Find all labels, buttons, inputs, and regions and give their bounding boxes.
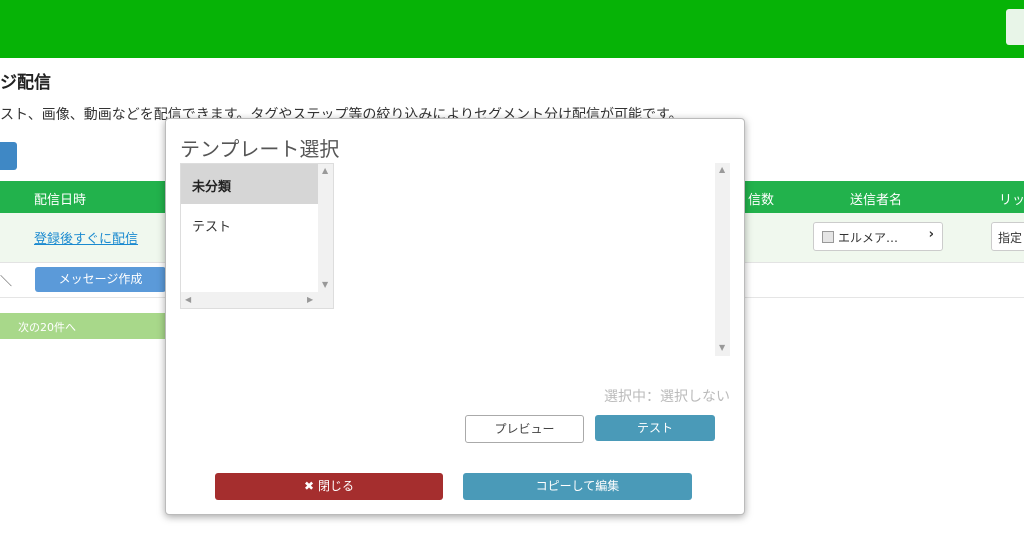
top-navbar — [0, 0, 1024, 58]
category-hscrollbar[interactable]: ◀ ▶ — [181, 292, 333, 308]
sender-select[interactable]: エルメア… › — [813, 222, 943, 251]
new-broadcast-button[interactable] — [0, 142, 17, 170]
close-label: 閉じる — [317, 479, 354, 493]
category-list: 未分類 テスト ▲ ▼ ◀ ▶ — [180, 163, 334, 309]
header-count: 信数 — [748, 193, 775, 208]
header-last: リッ — [999, 193, 1024, 208]
close-icon: ✖ — [304, 479, 315, 493]
navbar-user-button[interactable] — [1006, 9, 1024, 45]
scroll-left-icon[interactable]: ◀ — [185, 295, 191, 304]
message-create-button[interactable]: メッセージ作成 — [35, 267, 166, 292]
copy-edit-button[interactable]: コピーして編集 — [463, 473, 692, 500]
next-page-button[interactable]: 次の20件へ — [0, 313, 170, 339]
scroll-up-icon[interactable]: ▲ — [322, 166, 328, 175]
test-button[interactable]: テスト — [595, 415, 715, 441]
scroll-down-icon[interactable]: ▼ — [719, 343, 725, 352]
page-title: ジ配信 — [0, 73, 51, 93]
modal-title: テンプレート選択 — [180, 137, 340, 161]
delivery-date-link[interactable]: 登録後すぐに配信 — [34, 228, 138, 247]
chevron-right-icon: › — [928, 227, 934, 242]
sender-name: エルメア… — [838, 231, 899, 245]
category-item-test[interactable]: テスト — [181, 204, 318, 244]
scroll-up-icon[interactable]: ▲ — [719, 165, 725, 174]
header-sender: 送信者名 — [850, 193, 903, 208]
template-vscrollbar[interactable]: ▲ ▼ — [715, 163, 730, 356]
template-select-modal: テンプレート選択 未分類 テスト ▲ ▼ ◀ ▶ ▲ ▼ 選択中：選択しない プ… — [165, 118, 745, 515]
category-vscrollbar[interactable]: ▲ ▼ — [318, 164, 333, 292]
row-marker: ＼ — [0, 274, 13, 288]
header-date: 配信日時 — [34, 193, 87, 208]
broken-image-icon — [822, 231, 834, 243]
scroll-right-icon[interactable]: ▶ — [307, 295, 313, 304]
selection-status: 選択中：選択しない — [604, 389, 730, 405]
scroll-down-icon[interactable]: ▼ — [322, 280, 328, 289]
close-button[interactable]: ✖ 閉じる — [215, 473, 443, 500]
preview-button[interactable]: プレビュー — [465, 415, 584, 443]
specify-select[interactable]: 指定 — [991, 222, 1024, 251]
category-item-uncategorized[interactable]: 未分類 — [181, 164, 318, 204]
